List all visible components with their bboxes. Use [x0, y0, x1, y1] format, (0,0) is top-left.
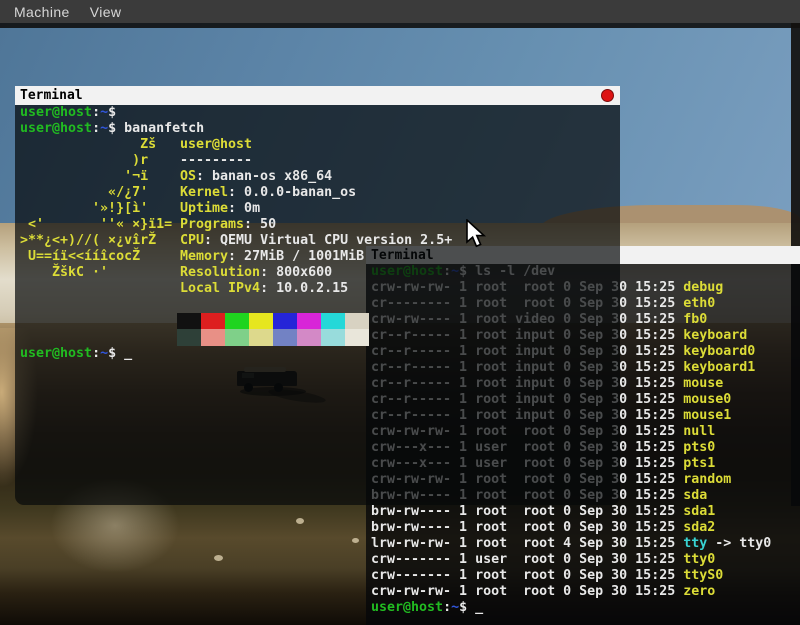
palette-swatch — [249, 329, 273, 346]
palette-swatch — [177, 313, 201, 329]
palette-swatch — [345, 313, 369, 329]
photo-top-border — [0, 23, 800, 28]
ls-row: crw------- 1 user root 0 Sep 30 15:25 tt… — [371, 552, 800, 568]
window-title: Terminal — [20, 88, 83, 103]
prompt-line: user@host:~$ — [20, 105, 620, 121]
titlebar-front[interactable]: Terminal — [15, 86, 620, 105]
prompt-line: user@host:~$ _ — [371, 600, 800, 616]
ls-row: crw------- 1 root root 0 Sep 30 15:25 tt… — [371, 568, 800, 584]
palette-swatch — [249, 313, 273, 329]
fetch-line: ŽškC ·'Resolution: 800x600 — [20, 265, 620, 281]
color-palette-row — [177, 313, 620, 329]
text-cursor: _ — [475, 600, 483, 615]
ls-row: crw-rw-rw- 1 root root 0 Sep 30 15:25 ze… — [371, 584, 800, 600]
fetch-line: U==íï<<ííîcocŽMemory: 27MiB / 1001MiB — [20, 249, 620, 265]
wallpaper-pebble — [214, 555, 223, 561]
vm-menubar: MachineView — [0, 0, 800, 23]
fetch-line: '»!}[ì'Uptime: 0m — [20, 201, 620, 217]
palette-swatch — [201, 329, 225, 346]
wallpaper-pebble — [296, 518, 304, 524]
ls-row: lrw-rw-rw- 1 root root 4 Sep 30 15:25 tt… — [371, 536, 800, 552]
palette-swatch — [297, 329, 321, 346]
fetch-line: Local IPv4: 10.0.2.15 — [20, 281, 620, 297]
palette-swatch — [201, 313, 225, 329]
palette-swatch — [321, 313, 345, 329]
prompt-line: user@host:~$ bananfetch — [20, 121, 620, 137]
palette-swatch — [273, 329, 297, 346]
palette-swatch — [273, 313, 297, 329]
palette-swatch — [225, 329, 249, 346]
menu-view[interactable]: View — [80, 4, 132, 20]
color-palette-row — [177, 329, 620, 346]
fetch-line: «/¿7'Kernel: 0.0.0-banan_os — [20, 185, 620, 201]
fetch-line: Zšuser@host — [20, 137, 620, 153]
terminal-window-front[interactable]: Terminal user@host:~$ user@host:~$ banan… — [15, 86, 620, 505]
palette-swatch — [177, 329, 201, 346]
fetch-line: )r--------- — [20, 153, 620, 169]
terminal-content-front[interactable]: user@host:~$ user@host:~$ bananfetch Zšu… — [15, 105, 620, 505]
fetch-line: <' ''« ×}ï1=Programs: 50 — [20, 217, 620, 233]
mouse-cursor-icon — [464, 219, 488, 251]
text-cursor: _ — [124, 346, 132, 361]
palette-swatch — [297, 313, 321, 329]
prompt-line: user@host:~$ _ — [20, 346, 620, 362]
ls-row: brw-rw---- 1 root root 0 Sep 30 15:25 sd… — [371, 504, 800, 520]
palette-swatch — [345, 329, 369, 346]
close-button[interactable] — [601, 89, 614, 102]
fetch-line: '¬ïOS: banan-os x86_64 — [20, 169, 620, 185]
wallpaper-pebble — [352, 538, 359, 543]
fetch-line: >**¿<+)//( ×¿vîrŽCPU: QEMU Virtual CPU v… — [20, 233, 620, 249]
ls-row: brw-rw---- 1 root root 0 Sep 30 15:25 sd… — [371, 520, 800, 536]
palette-swatch — [225, 313, 249, 329]
menu-machine[interactable]: Machine — [4, 4, 80, 20]
palette-swatch — [321, 329, 345, 346]
